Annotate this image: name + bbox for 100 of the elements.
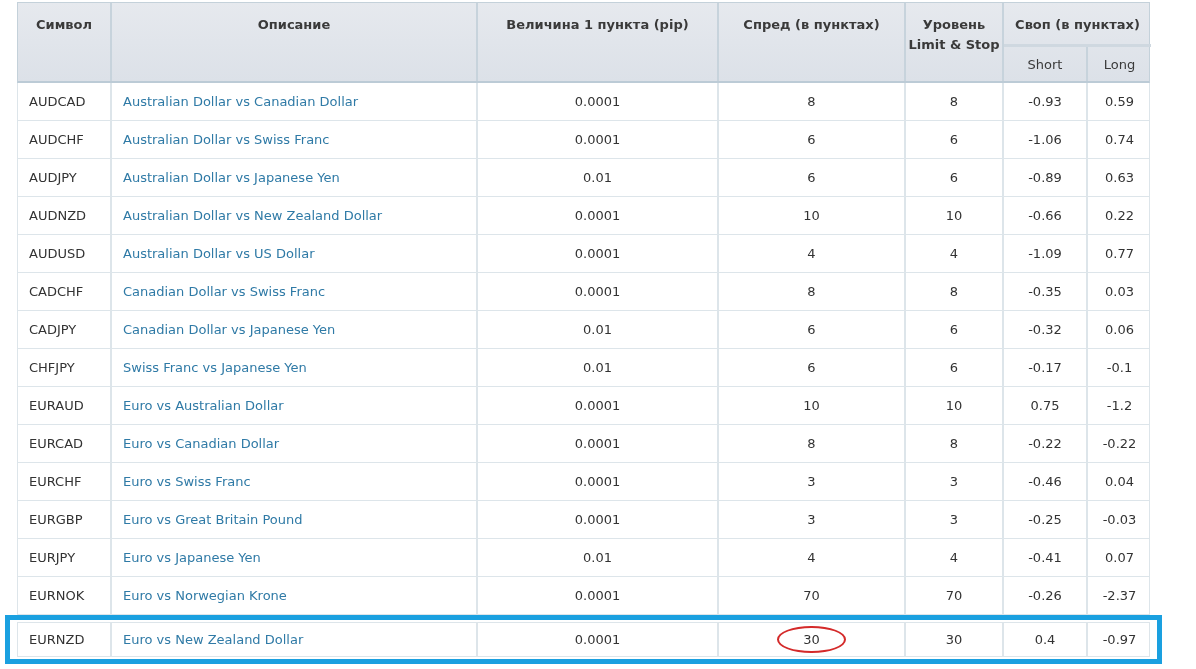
- table-cell: 30: [777, 626, 846, 653]
- table-cell: EURGBP: [18, 501, 112, 538]
- table-cell: 0.01: [478, 349, 719, 386]
- description-link[interactable]: Australian Dollar vs Canadian Dollar: [123, 94, 359, 109]
- description-link[interactable]: Swiss Franc vs Japanese Yen: [123, 360, 307, 375]
- description-link[interactable]: Canadian Dollar vs Swiss Franc: [123, 284, 326, 299]
- table-cell: AUDCHF: [18, 121, 112, 158]
- table-cell: 3: [906, 501, 1004, 538]
- table-cell-text: 6: [807, 169, 816, 187]
- column-header: Описание: [112, 3, 478, 81]
- table-cell-text: 4: [807, 549, 816, 567]
- table-cell: EURCHF: [18, 463, 112, 500]
- table-cell-text: 10: [803, 397, 820, 415]
- table-cell: 70: [906, 577, 1004, 614]
- description-link[interactable]: Australian Dollar vs Japanese Yen: [123, 170, 340, 185]
- table-cell: 0.0001: [478, 121, 719, 158]
- table-cell-text: 6: [807, 359, 816, 377]
- table-cell-text: 0.03: [1104, 283, 1135, 301]
- table-cell: 6: [906, 121, 1004, 158]
- table-cell: 0.0001: [478, 235, 719, 272]
- table-cell: 0.0001: [478, 501, 719, 538]
- table-cell: -0.41: [1004, 539, 1088, 576]
- table-cell-text: -0.97: [1101, 631, 1138, 649]
- table-cell: EURNOK: [18, 577, 112, 614]
- table-cell: EURJPY: [18, 539, 112, 576]
- table-cell: 0.4: [1004, 623, 1088, 656]
- table-cell: 8: [906, 273, 1004, 310]
- table-cell: EURCAD: [18, 425, 112, 462]
- table-cell-text: 3: [807, 511, 816, 529]
- table-cell: -0.32: [1004, 311, 1088, 348]
- table-cell: 10: [906, 197, 1004, 234]
- table-cell: 6: [906, 311, 1004, 348]
- column-header: Short: [1004, 47, 1088, 81]
- table-cell: 0.0001: [478, 387, 719, 424]
- table-cell: -0.17: [1004, 349, 1088, 386]
- column-header: Своп (в пунктах): [1004, 3, 1151, 47]
- description-link[interactable]: Australian Dollar vs New Zealand Dollar: [123, 208, 383, 223]
- table-cell: 0.0001: [478, 197, 719, 234]
- table-cell-text: 0.06: [1104, 321, 1135, 339]
- table-cell-text: 70: [803, 587, 820, 605]
- description-link[interactable]: Euro vs Norwegian Krone: [123, 588, 287, 603]
- table-cell: 0.01: [478, 539, 719, 576]
- table-cell: AUDCAD: [18, 83, 112, 120]
- description-link[interactable]: Euro vs Canadian Dollar: [123, 436, 280, 451]
- table-cell: -0.35: [1004, 273, 1088, 310]
- table-cell: 0.0001: [478, 425, 719, 462]
- table-cell: -0.46: [1004, 463, 1088, 500]
- description-link[interactable]: Australian Dollar vs Swiss Franc: [123, 132, 330, 147]
- table-cell: 0.01: [478, 311, 719, 348]
- table-cell: -0.22: [1004, 425, 1088, 462]
- table-cell: 8: [906, 83, 1004, 120]
- table-cell-text: 3: [807, 473, 816, 491]
- table-cell-text: 0.04: [1104, 473, 1135, 491]
- table-cell: -0.93: [1004, 83, 1088, 120]
- table-cell: EURAUD: [18, 387, 112, 424]
- table-cell-text: 0.22: [1104, 207, 1135, 225]
- table-cell: 0.01: [478, 159, 719, 196]
- table-cell: 0.0001: [478, 623, 719, 656]
- table-cell-text: 8: [807, 93, 816, 111]
- table-cell: CADCHF: [18, 273, 112, 310]
- table-cell-text: -0.1: [1105, 359, 1134, 377]
- table-cell: 0.0001: [478, 577, 719, 614]
- table-cell: 8: [906, 425, 1004, 462]
- table-cell: CHFJPY: [18, 349, 112, 386]
- table-cell: 0.75: [1004, 387, 1088, 424]
- table-cell: 30: [906, 623, 1004, 656]
- table-cell: 0.0001: [478, 463, 719, 500]
- description-link[interactable]: Euro vs Great Britain Pound: [123, 512, 303, 527]
- description-link[interactable]: Euro vs Australian Dollar: [123, 398, 284, 413]
- table-cell-text: -0.03: [1101, 511, 1138, 529]
- table-cell-text: 0.77: [1104, 245, 1135, 263]
- table-cell: 4: [906, 235, 1004, 272]
- table-cell-text: -0.22: [1101, 435, 1138, 453]
- description-link[interactable]: Euro vs New Zealand Dollar: [123, 632, 304, 647]
- table-cell: -0.25: [1004, 501, 1088, 538]
- description-link[interactable]: Canadian Dollar vs Japanese Yen: [123, 322, 336, 337]
- description-link[interactable]: Euro vs Swiss Franc: [123, 474, 251, 489]
- table-cell: CADJPY: [18, 311, 112, 348]
- table-cell-text: 6: [807, 131, 816, 149]
- table-cell-text: -1.2: [1105, 397, 1134, 415]
- table-cell-text: 0.63: [1104, 169, 1135, 187]
- table-cell-text: 0.59: [1104, 93, 1135, 111]
- table-cell: EURNZD: [18, 623, 112, 656]
- table-cell: 4: [906, 539, 1004, 576]
- table-cell: 10: [906, 387, 1004, 424]
- column-header: Спред (в пунктах): [719, 3, 906, 81]
- table-cell-text: 8: [807, 283, 816, 301]
- column-header: Long: [1102, 56, 1137, 74]
- description-link[interactable]: Australian Dollar vs US Dollar: [123, 246, 315, 261]
- table-cell-text: 4: [807, 245, 816, 263]
- table-cell: 0.0001: [478, 83, 719, 120]
- table-cell: AUDNZD: [18, 197, 112, 234]
- table-cell: -0.26: [1004, 577, 1088, 614]
- table-cell-text: 6: [807, 321, 816, 339]
- table-cell: 0.0001: [478, 273, 719, 310]
- table-cell: 6: [906, 349, 1004, 386]
- table-cell: -0.89: [1004, 159, 1088, 196]
- table-cell: AUDJPY: [18, 159, 112, 196]
- description-link[interactable]: Euro vs Japanese Yen: [123, 550, 261, 565]
- column-header: Символ: [18, 3, 112, 81]
